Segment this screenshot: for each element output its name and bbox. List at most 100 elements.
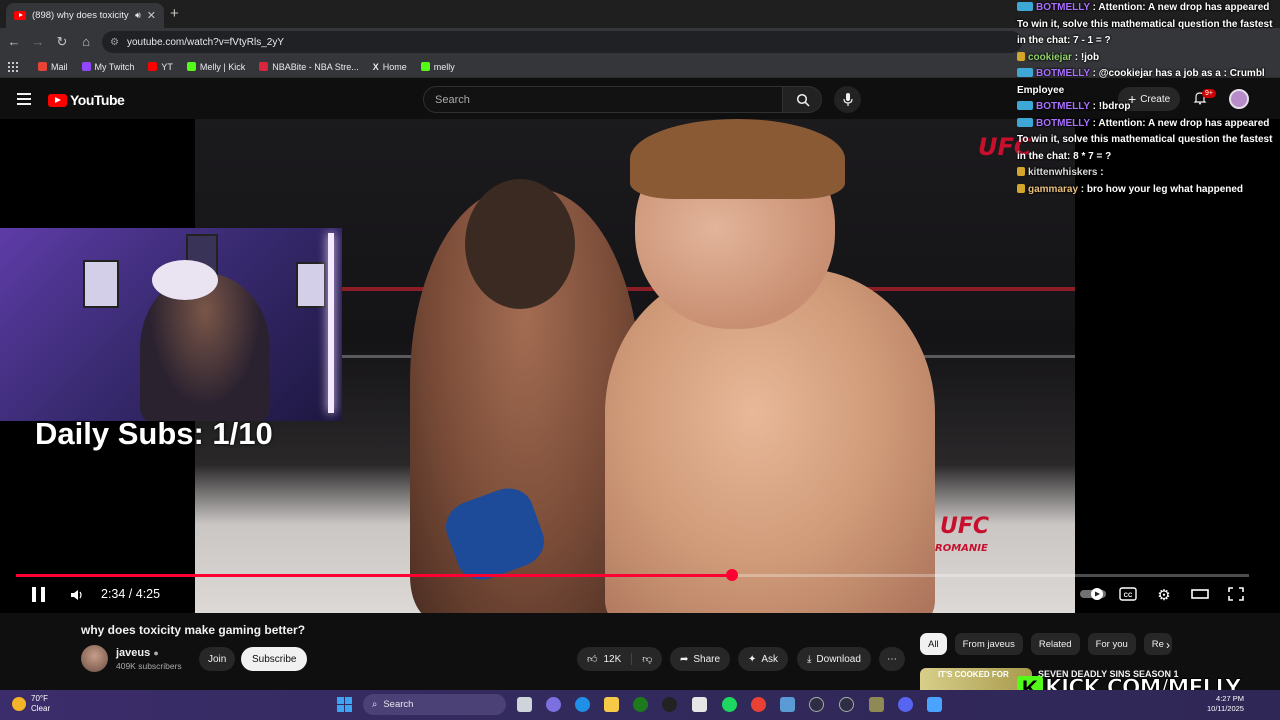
fullscreen-icon[interactable] bbox=[1227, 586, 1245, 602]
bookmark-home[interactable]: X Home bbox=[373, 62, 407, 72]
theater-mode-icon[interactable] bbox=[1191, 586, 1209, 602]
led-light-strip bbox=[328, 233, 334, 413]
captions-icon[interactable]: CC bbox=[1119, 586, 1137, 602]
share-arrow-icon: ➦ bbox=[680, 653, 689, 665]
chat-text: !bdrop bbox=[1098, 101, 1131, 112]
voice-search-button[interactable] bbox=[834, 86, 861, 113]
dislike-button[interactable]: 👎︎ bbox=[632, 653, 662, 665]
chat-username[interactable]: kittenwhiskers bbox=[1028, 167, 1097, 178]
chat-username[interactable]: BOTMELLY bbox=[1036, 2, 1090, 13]
chip-related[interactable]: Related bbox=[1030, 633, 1080, 655]
user-badge-icon bbox=[1017, 51, 1025, 61]
user-badge-icon bbox=[1017, 167, 1025, 176]
search-button[interactable] bbox=[782, 86, 822, 113]
media-player-icon[interactable] bbox=[809, 697, 824, 712]
stream-chat-overlay: BOTMELLY : Attention: A new drop has app… bbox=[1017, 0, 1277, 198]
address-bar[interactable]: ⚙ youtube.com/watch?v=fVtyRls_2yY bbox=[102, 31, 1022, 53]
app-window-icon[interactable] bbox=[927, 697, 942, 712]
discord-icon[interactable] bbox=[898, 697, 913, 712]
steam-icon[interactable] bbox=[662, 697, 677, 712]
bookmark-my-twitch[interactable]: My Twitch bbox=[81, 62, 134, 72]
system-clock[interactable]: 4:27 PM 10/11/2025 bbox=[1207, 694, 1244, 714]
progress-bar[interactable] bbox=[16, 569, 1249, 581]
chat-username[interactable]: BOTMELLY bbox=[1036, 118, 1090, 129]
windows-start-icon[interactable] bbox=[337, 697, 352, 712]
home-icon[interactable]: ⌂ bbox=[78, 34, 94, 49]
chat-username[interactable]: cookiejar bbox=[1028, 52, 1072, 63]
daily-subs-overlay: Daily Subs: 1/10 bbox=[35, 416, 273, 451]
autoplay-toggle[interactable] bbox=[1079, 586, 1107, 602]
microsoft-store-icon[interactable] bbox=[692, 697, 707, 712]
volume-icon[interactable] bbox=[70, 588, 84, 602]
chip-from-javeus[interactable]: From javeus bbox=[954, 633, 1023, 655]
download-button[interactable]: ⤓ Download bbox=[797, 647, 871, 671]
file-explorer-icon[interactable] bbox=[604, 697, 619, 712]
windows-taskbar: 70°F Clear ⌕ Search 4:27 PM 10/11/2025 bbox=[0, 690, 1280, 720]
share-button[interactable]: ➦ Share bbox=[670, 647, 731, 671]
youtube-play-icon bbox=[48, 93, 67, 107]
weather-widget[interactable]: 70°F Clear bbox=[12, 694, 50, 714]
apps-grid-icon[interactable] bbox=[8, 61, 18, 72]
twitch-icon bbox=[81, 62, 91, 71]
pause-button[interactable] bbox=[32, 587, 46, 602]
edge-icon[interactable] bbox=[575, 697, 590, 712]
ask-button[interactable]: ✦ Ask bbox=[738, 647, 789, 671]
nbabite-icon bbox=[259, 62, 269, 71]
like-button[interactable]: 👍︎ 12K bbox=[587, 653, 633, 665]
gmail-icon bbox=[38, 62, 47, 71]
bookmark-melly[interactable]: melly bbox=[420, 62, 455, 72]
chat-message: BOTMELLY : Attention: A new drop has app… bbox=[1017, 117, 1273, 162]
close-tab-icon[interactable]: ✕ bbox=[147, 9, 156, 22]
chevron-right-icon[interactable]: › bbox=[1166, 638, 1170, 652]
xbox-icon[interactable] bbox=[633, 697, 648, 712]
bookmark-nbabite[interactable]: NBABite - NBA Stre... bbox=[259, 62, 359, 72]
back-icon[interactable]: ← bbox=[6, 34, 22, 49]
bookmark-melly-kick[interactable]: Melly | Kick bbox=[186, 62, 245, 72]
join-button[interactable]: Join bbox=[199, 647, 236, 671]
chat-username[interactable]: BOTMELLY bbox=[1036, 101, 1090, 112]
bot-badge-icon bbox=[1017, 2, 1033, 11]
site-info-icon[interactable]: ⚙ bbox=[110, 37, 119, 48]
recommended-video-thumbnail[interactable]: IT'S COOKED FOR bbox=[920, 668, 1032, 690]
channel-avatar[interactable] bbox=[81, 645, 108, 672]
new-tab-button[interactable]: + bbox=[170, 5, 179, 22]
subscribe-button[interactable]: Subscribe bbox=[241, 647, 308, 671]
forward-icon[interactable]: → bbox=[30, 34, 46, 49]
app-arrow-icon[interactable] bbox=[839, 697, 854, 712]
chat-text: bro how your leg what happened bbox=[1086, 183, 1244, 195]
search-input[interactable]: Search bbox=[423, 86, 783, 113]
app-icon[interactable] bbox=[869, 697, 884, 712]
reload-icon[interactable]: ↻ bbox=[54, 34, 70, 50]
chat-username[interactable]: gammaray bbox=[1028, 184, 1078, 195]
photos-icon[interactable] bbox=[780, 697, 795, 712]
bot-badge-icon bbox=[1017, 117, 1033, 127]
menu-icon[interactable] bbox=[17, 93, 31, 108]
chip-for-you[interactable]: For you bbox=[1087, 633, 1136, 655]
chat-username[interactable]: BOTMELLY bbox=[1036, 68, 1090, 79]
chat-message: kittenwhiskers : bbox=[1017, 165, 1277, 182]
spotify-icon[interactable] bbox=[722, 697, 737, 712]
chat-text: !job bbox=[1080, 51, 1100, 63]
chip-all[interactable]: All bbox=[920, 633, 947, 655]
kick-icon bbox=[186, 62, 196, 71]
bookmark-mail[interactable]: Mail bbox=[38, 62, 68, 72]
youtube-logo[interactable]: YouTube bbox=[48, 92, 125, 108]
chat-message: cookiejar : !job bbox=[1017, 50, 1277, 67]
wall-poster-right bbox=[296, 262, 326, 308]
bookmark-yt[interactable]: YT bbox=[148, 62, 173, 72]
more-actions-button[interactable]: ⋯ bbox=[879, 647, 905, 671]
youtube-favicon-icon bbox=[14, 11, 26, 20]
recommendation-chips: All From javeus Related For you Re bbox=[920, 633, 1172, 655]
browser-tab[interactable]: (898) why does toxicity make gaming bett… bbox=[6, 3, 164, 28]
temperature: 70°F bbox=[31, 694, 48, 703]
chat-message: BOTMELLY : !bdrop bbox=[1017, 99, 1277, 116]
settings-gear-icon[interactable]: ⚙ bbox=[1155, 586, 1173, 604]
svg-text:CC: CC bbox=[1124, 593, 1133, 599]
chrome-icon[interactable] bbox=[751, 697, 766, 712]
copilot-icon[interactable] bbox=[546, 697, 561, 712]
speaker-icon[interactable]: 🔊︎ bbox=[135, 10, 141, 21]
taskbar-search[interactable]: ⌕ Search bbox=[363, 694, 506, 715]
task-view-icon[interactable] bbox=[517, 697, 532, 712]
chat-message: gammaray : bro how your leg what happene… bbox=[1017, 182, 1277, 199]
channel-name[interactable]: javeus ● bbox=[116, 647, 159, 659]
